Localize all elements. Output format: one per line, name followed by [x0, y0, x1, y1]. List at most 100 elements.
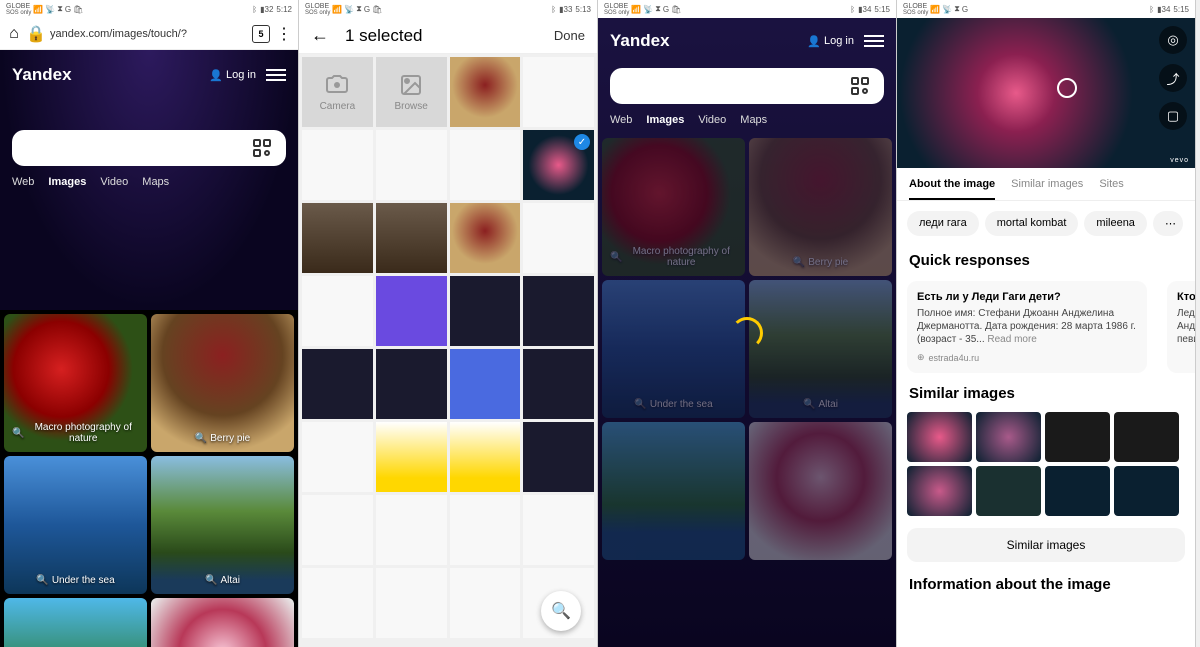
share-icon[interactable]: ⤴ — [1159, 64, 1187, 92]
chip[interactable]: mortal kombat — [985, 211, 1079, 236]
tab-similar[interactable]: Similar images — [1011, 178, 1083, 200]
similar-thumb[interactable] — [1045, 466, 1110, 516]
qr-body: Полное имя: Стефани Джоанн Анджелина Дже… — [917, 307, 1137, 346]
picker-thumb[interactable] — [376, 495, 447, 565]
home-icon[interactable]: ⌂ — [6, 26, 22, 42]
tile-sea[interactable]: 🔍 Under the sea — [4, 456, 147, 594]
similar-thumb[interactable] — [1045, 412, 1110, 462]
picker-thumb[interactable] — [523, 349, 594, 419]
tab-web[interactable]: Web — [610, 114, 632, 126]
tab-web[interactable]: Web — [12, 176, 34, 188]
picker-thumb-selected[interactable]: ✓ — [523, 130, 594, 200]
picker-thumb[interactable] — [302, 130, 373, 200]
hourglass-icon: ⧗ — [57, 4, 63, 14]
picker-thumb[interactable] — [376, 276, 447, 346]
more-icon[interactable]: ⋮ — [276, 26, 292, 42]
tab-count[interactable]: 5 — [252, 25, 270, 43]
picker-thumb[interactable] — [450, 422, 521, 492]
tile-jar[interactable] — [151, 598, 294, 647]
picker-thumb[interactable] — [450, 130, 521, 200]
login-button[interactable]: 👤 Log in — [209, 69, 256, 82]
picker-thumb[interactable] — [450, 568, 521, 638]
picker-thumb[interactable] — [450, 349, 521, 419]
chip[interactable]: леди гага — [907, 211, 979, 236]
search-input[interactable] — [610, 68, 884, 104]
tile-island[interactable] — [4, 598, 147, 647]
bag-icon: 🛍 — [372, 5, 382, 14]
crop-icon[interactable]: ▢ — [1159, 102, 1187, 130]
picker-thumb[interactable] — [450, 276, 521, 346]
tile-jar — [749, 422, 892, 560]
vevo-watermark: vevo — [1170, 157, 1189, 164]
similar-thumb[interactable] — [907, 466, 972, 516]
picker-thumb[interactable] — [523, 495, 594, 565]
tab-video[interactable]: Video — [100, 176, 128, 188]
picker-thumb[interactable] — [523, 276, 594, 346]
bluetooth-icon: ᛒ — [1149, 5, 1154, 14]
clock: 5:15 — [874, 5, 890, 14]
picker-thumb[interactable] — [450, 203, 521, 273]
similar-thumb[interactable] — [1114, 412, 1179, 462]
picker-thumb[interactable] — [376, 130, 447, 200]
carrier: GLOBE — [604, 3, 628, 10]
picker-thumb[interactable] — [302, 422, 373, 492]
similar-images-title: Similar images — [897, 379, 1195, 408]
picker-thumb[interactable] — [302, 203, 373, 273]
tile-label: 🔍 Berry pie — [195, 433, 250, 444]
tab-video[interactable]: Video — [698, 114, 726, 126]
browse-option[interactable]: Browse — [376, 57, 447, 127]
chip-more[interactable]: ⋯ — [1153, 211, 1183, 236]
picker-thumb[interactable] — [302, 495, 373, 565]
lens-icon[interactable]: ◎ — [1159, 26, 1187, 54]
tile-altai[interactable]: 🔍 Altai — [151, 456, 294, 594]
hamburger-icon[interactable] — [864, 35, 884, 47]
similar-thumb[interactable] — [976, 466, 1041, 516]
yandex-logo[interactable]: Yandex — [610, 31, 670, 51]
tab-images[interactable]: Images — [48, 176, 86, 188]
tile-pie[interactable]: 🔍 Berry pie — [151, 314, 294, 452]
hamburger-icon[interactable] — [266, 69, 286, 81]
tab-images[interactable]: Images — [646, 114, 684, 126]
preview-image[interactable]: ◎ ⤴ ▢ vevo — [897, 18, 1195, 168]
back-button[interactable]: ← — [311, 25, 329, 46]
camera-search-icon[interactable] — [848, 74, 872, 98]
done-button[interactable]: Done — [554, 28, 585, 43]
tile-macro: 🔍 Macro photography of nature — [602, 138, 745, 276]
status-bar: GLOBESOS only 📶 📡 ⧗ G 🛍 ᛒ ▮32 5:12 — [0, 0, 298, 18]
quick-response-card-partial[interactable]: Кто Леди Андж певи — [1167, 281, 1195, 373]
picker-thumb[interactable] — [376, 203, 447, 273]
picker-thumb[interactable] — [450, 495, 521, 565]
camera-option[interactable]: Camera — [302, 57, 373, 127]
picker-thumb[interactable] — [376, 568, 447, 638]
tab-maps[interactable]: Maps — [142, 176, 169, 188]
zoom-fab[interactable]: 🔍 — [541, 591, 581, 631]
chip[interactable]: mileena — [1084, 211, 1147, 236]
search-input[interactable] — [12, 130, 286, 166]
read-more-link[interactable]: Read more — [987, 334, 1036, 345]
similar-images-button[interactable]: Similar images — [907, 528, 1185, 562]
yandex-logo[interactable]: Yandex — [12, 65, 72, 85]
picker-thumb[interactable] — [523, 203, 594, 273]
camera-search-icon[interactable] — [250, 136, 274, 160]
tab-sites[interactable]: Sites — [1099, 178, 1123, 200]
picker-thumb[interactable] — [450, 57, 521, 127]
picker-thumb[interactable] — [376, 349, 447, 419]
browser-url-bar: ⌂ 🔒 yandex.com/images/touch/? 5 ⋮ — [0, 18, 298, 50]
picker-thumb[interactable] — [302, 276, 373, 346]
url-text[interactable]: yandex.com/images/touch/? — [50, 28, 246, 40]
picker-thumb[interactable] — [302, 349, 373, 419]
login-button[interactable]: 👤 Log in — [807, 35, 854, 48]
quick-response-card[interactable]: Есть ли у Леди Гаги дети? Полное имя: Ст… — [907, 281, 1147, 373]
picker-thumb[interactable] — [302, 568, 373, 638]
tab-about[interactable]: About the image — [909, 178, 995, 200]
crop-handle[interactable] — [1057, 78, 1077, 98]
similar-thumb[interactable] — [1114, 466, 1179, 516]
signal-icon: 📶 — [631, 5, 641, 14]
picker-thumb[interactable] — [523, 57, 594, 127]
tile-macro[interactable]: 🔍 Macro photography of nature — [4, 314, 147, 452]
similar-thumb[interactable] — [907, 412, 972, 462]
picker-thumb[interactable] — [523, 422, 594, 492]
tab-maps[interactable]: Maps — [740, 114, 767, 126]
picker-thumb[interactable] — [376, 422, 447, 492]
similar-thumb[interactable] — [976, 412, 1041, 462]
